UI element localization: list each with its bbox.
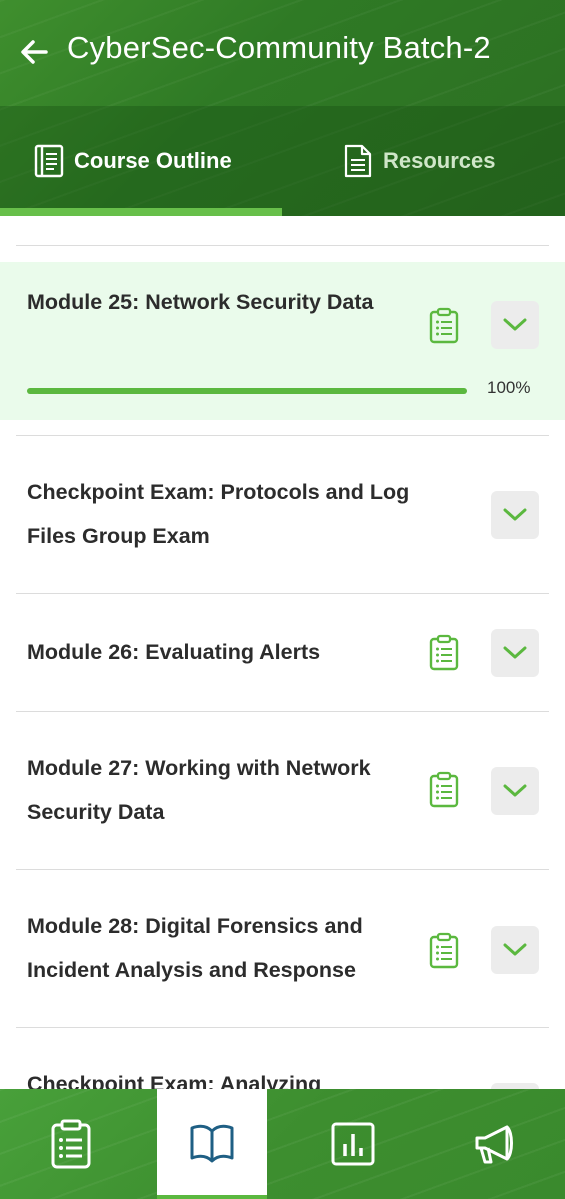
progress-bar: [27, 388, 467, 394]
bottom-navigation: [0, 1089, 565, 1199]
module-row[interactable]: Module 27: Working with Network Security…: [0, 712, 565, 869]
expand-button[interactable]: [491, 767, 539, 815]
app-header: CyberSec-Community Batch-2 Course Outlin…: [0, 0, 565, 216]
arrow-left-icon[interactable]: [18, 36, 50, 68]
expand-button[interactable]: [491, 629, 539, 677]
module-title: Module 27: Working with Network Security…: [27, 756, 371, 824]
chevron-down-icon: [503, 784, 527, 797]
expand-button[interactable]: [491, 491, 539, 539]
module-title: Checkpoint Exam: Analyzing: [27, 1072, 322, 1089]
assessment-clipboard-icon[interactable]: [428, 932, 460, 970]
module-row[interactable]: Checkpoint Exam: Analyzing: [0, 1028, 565, 1089]
assessment-clipboard-icon[interactable]: [428, 634, 460, 672]
active-tab-indicator: [0, 208, 282, 216]
divider: [16, 245, 549, 246]
chevron-down-icon: [503, 646, 527, 659]
nav-selected-indicator: [157, 1195, 267, 1199]
chevron-down-icon: [503, 943, 527, 956]
progress-fill: [27, 388, 467, 394]
nav-item-course[interactable]: [157, 1089, 267, 1195]
clipboard-list-icon: [51, 1119, 91, 1169]
top-bar: CyberSec-Community Batch-2: [0, 0, 565, 106]
tab-resources[interactable]: Resources: [343, 106, 496, 216]
book-icon: [34, 144, 64, 178]
page-title: CyberSec-Community Batch-2: [67, 30, 491, 65]
expand-button[interactable]: [491, 301, 539, 349]
course-outline-list[interactable]: Module 25: Network Security Data 100% Ch…: [0, 216, 565, 1089]
megaphone-icon: [475, 1125, 513, 1164]
chevron-down-icon: [503, 318, 527, 331]
assessment-clipboard-icon[interactable]: [428, 307, 460, 345]
tab-course-outline[interactable]: Course Outline: [34, 106, 232, 216]
progress-percent: 100%: [487, 378, 531, 397]
module-title: Module 28: Digital Forensics and Inciden…: [27, 914, 363, 982]
nav-item-assignments[interactable]: [16, 1089, 126, 1199]
open-book-icon: [190, 1124, 234, 1163]
tab-label: Course Outline: [74, 148, 232, 173]
expand-button[interactable]: [491, 926, 539, 974]
module-row[interactable]: Module 26: Evaluating Alerts: [0, 594, 565, 711]
nav-item-announcements[interactable]: [440, 1089, 550, 1199]
module-title: Module 26: Evaluating Alerts: [27, 640, 321, 664]
tab-bar: Course Outline Resources: [0, 106, 565, 216]
assessment-clipboard-icon[interactable]: [428, 771, 460, 809]
bar-chart-icon: [331, 1122, 375, 1166]
module-row[interactable]: Module 28: Digital Forensics and Inciden…: [0, 870, 565, 1027]
module-title: Module 25: Network Security Data: [27, 290, 374, 314]
nav-item-grades[interactable]: [298, 1089, 408, 1199]
document-icon: [344, 144, 372, 178]
module-row[interactable]: Checkpoint Exam: Protocols and Log Files…: [0, 436, 565, 593]
tab-label: Resources: [383, 148, 496, 173]
module-row[interactable]: Module 25: Network Security Data 100%: [0, 262, 565, 420]
module-title: Checkpoint Exam: Protocols and Log Files…: [27, 480, 410, 548]
chevron-down-icon: [503, 508, 527, 521]
